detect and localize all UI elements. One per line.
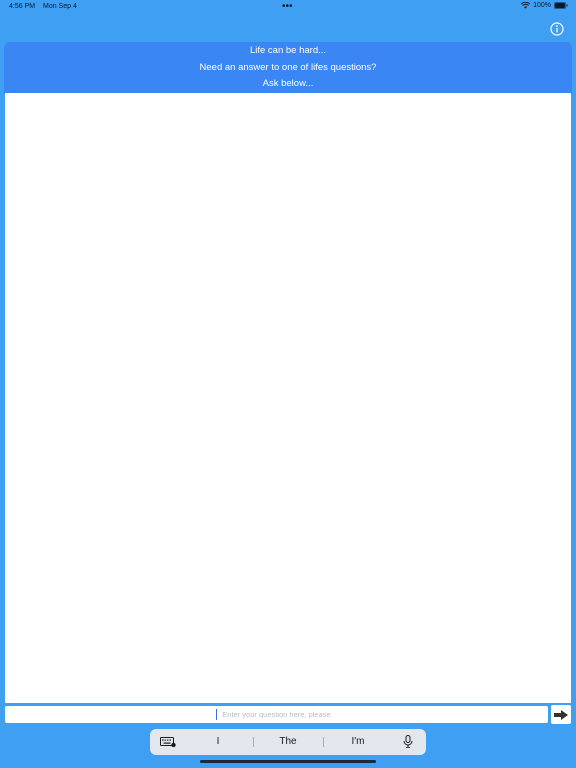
status-date: Mon Sep 4	[43, 3, 77, 10]
header-line-2: Need an answer to one of lifes questions…	[199, 62, 377, 73]
info-icon[interactable]	[550, 21, 564, 36]
suggestion-item[interactable]: The	[258, 736, 318, 747]
header-line-3: Ask below...	[262, 78, 314, 89]
header-line-1: Life can be hard...	[249, 45, 327, 56]
status-bar: 4:56 PM Mon Sep 4 ••• 100%	[0, 0, 576, 14]
battery-icon	[554, 2, 568, 9]
arrow-right-icon	[554, 705, 568, 724]
suggestion-item[interactable]: I'm	[328, 736, 388, 747]
microphone-icon[interactable]	[403, 735, 413, 751]
suggestion-divider	[323, 737, 324, 747]
battery-percentage: 100%	[533, 2, 551, 9]
suggestion-item[interactable]: I	[188, 736, 248, 747]
home-indicator[interactable]	[200, 760, 376, 763]
answer-area	[5, 93, 571, 703]
suggestion-divider	[253, 737, 254, 747]
multitasking-dots-icon[interactable]: •••	[282, 1, 293, 12]
keyboard-icon[interactable]	[160, 737, 176, 750]
send-button[interactable]	[551, 705, 571, 724]
keyboard-shortcut-bar: I The I'm	[150, 729, 426, 755]
wifi-icon	[521, 2, 531, 9]
question-input[interactable]	[5, 706, 548, 723]
text-caret	[216, 709, 217, 720]
header-banner: Life can be hard... Need an answer to on…	[4, 42, 572, 94]
status-indicators: 100%	[521, 2, 568, 9]
status-time: 4:56 PM	[9, 3, 36, 10]
